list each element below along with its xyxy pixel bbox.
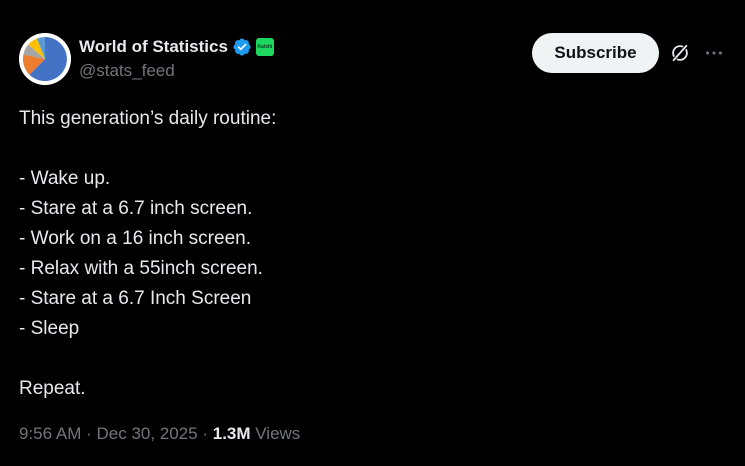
- tweet-meta: 9:56 AM · Dec 30, 2025 · 1.3M Views: [19, 424, 300, 444]
- verified-badge-icon[interactable]: [232, 37, 252, 57]
- post-date[interactable]: Dec 30, 2025: [96, 424, 197, 443]
- subscribe-button[interactable]: Subscribe: [532, 33, 659, 73]
- grok-icon[interactable]: [669, 42, 691, 64]
- views-label: Views: [250, 424, 301, 443]
- author-names: World of Statistics Kalshi @stats_feed: [79, 35, 274, 81]
- tweet-text-line: - Stare at a 6.7 inch screen.: [19, 198, 253, 219]
- tweet-text-line: Repeat.: [19, 378, 86, 399]
- name-row: World of Statistics Kalshi: [79, 35, 274, 59]
- tweet-text-line: This generation’s daily routine:: [19, 108, 277, 129]
- views-count[interactable]: 1.3M: [213, 424, 251, 443]
- post-time[interactable]: 9:56 AM: [19, 424, 81, 443]
- tweet-header: World of Statistics Kalshi @stats_feed S…: [19, 33, 729, 85]
- tweet-text-line: - Stare at a 6.7 Inch Screen: [19, 288, 252, 309]
- affiliate-badge-icon[interactable]: Kalshi: [255, 38, 274, 56]
- meta-separator: ·: [197, 424, 213, 443]
- pie-chart-logo-icon: [19, 33, 71, 85]
- tweet-text-line: - Sleep: [19, 318, 80, 339]
- more-options-icon[interactable]: [703, 42, 725, 64]
- meta-separator: ·: [81, 424, 97, 443]
- tweet: World of Statistics Kalshi @stats_feed S…: [0, 0, 745, 466]
- tweet-text-line: - Wake up.: [19, 168, 111, 189]
- avatar[interactable]: [19, 33, 71, 85]
- display-name[interactable]: World of Statistics: [79, 37, 228, 57]
- tweet-text-line: [19, 344, 719, 374]
- tweet-text-line: - Relax with a 55inch screen.: [19, 258, 263, 279]
- tweet-text-line: [19, 134, 719, 164]
- author-handle[interactable]: @stats_feed: [79, 61, 274, 81]
- tweet-text-line: - Work on a 16 inch screen.: [19, 228, 251, 249]
- tweet-text: This generation’s daily routine: - Wake …: [19, 104, 719, 404]
